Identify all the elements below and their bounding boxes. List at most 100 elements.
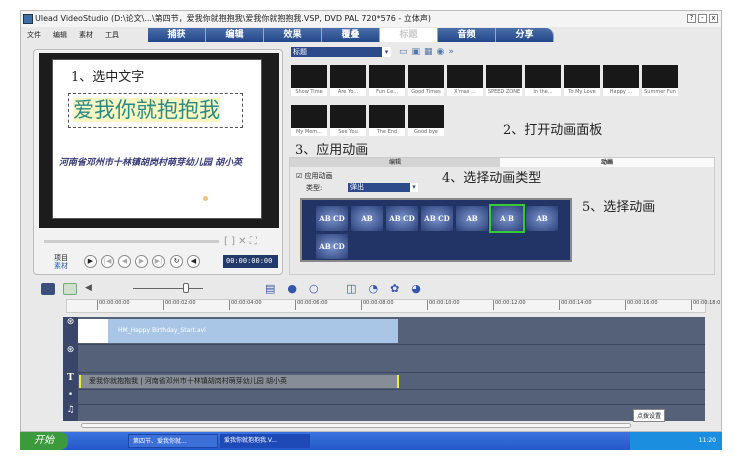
home-button[interactable]: |◀ (101, 255, 114, 268)
apply-animation-checkbox[interactable]: ☑ 应用动画 (296, 171, 333, 181)
animation-gallery: AB CD AB AB CD AB CD AB A B AB AB CD (300, 198, 572, 262)
window-title: Ulead VideoStudio (D:\论文\...\第四节，爱我你就抱抱我… (35, 14, 431, 23)
help-button[interactable]: ? (687, 14, 696, 23)
title-thumbnail[interactable]: See You (330, 105, 366, 136)
thumbnail-image (330, 105, 366, 128)
video-clip[interactable]: HM_Happy Birthday_Start.avi (108, 319, 398, 343)
ruler-tick-label: 00:00:10:00 (427, 300, 460, 310)
title-library: 标题 ▾ ▭▣▦◉» Show Time Are Yo... Fun Ce... Goo… (289, 45, 721, 165)
close-button[interactable]: x (709, 14, 718, 23)
title-clip[interactable]: 爱我你就抱抱我 | 河南省邓州市十林镇胡岗村萌芽幼儿园 胡小英 (79, 375, 399, 388)
animation-preset[interactable]: AB (456, 206, 488, 231)
taskbar-item-word[interactable]: 第四节、爱我你就... (128, 434, 218, 448)
animation-preset[interactable]: AB CD (316, 234, 348, 259)
title-thumbnail[interactable]: To My Love (564, 65, 600, 96)
tab-overlay[interactable]: 覆叠 (322, 28, 380, 42)
title-thumbnail[interactable]: Are Yo... (330, 65, 366, 96)
overlay-track-icon: ⊛ (63, 345, 78, 372)
scrubber-bar[interactable] (44, 240, 219, 243)
video-clip-thumbnail (78, 319, 108, 343)
title-track: T 爱我你就抱抱我 | 河南省邓州市十林镇胡岗村萌芽幼儿园 胡小英 (63, 373, 705, 390)
title-thumbnail[interactable]: Summer Fun (642, 65, 678, 96)
title-thumbnail[interactable]: Good bye (408, 105, 444, 136)
selection-box[interactable]: 爱我你就抱抱我 (68, 93, 243, 128)
tab-edit-options[interactable]: 编辑 (290, 158, 500, 167)
title-thumbnail[interactable]: Good Times (408, 65, 444, 96)
play-button[interactable]: ▶ (84, 255, 97, 268)
next-frame-button[interactable]: ▶ (135, 255, 148, 268)
title-thumbnail[interactable]: The End (369, 105, 405, 136)
end-button[interactable]: ▶| (152, 255, 165, 268)
timeline-scrollbar[interactable] (81, 423, 631, 428)
audio-view-button[interactable]: ◀ (85, 283, 99, 295)
thumbnail-label: The End (369, 128, 405, 136)
subtitle-text[interactable]: 河南省邓州市十林镇胡岗村萌芽幼儿园 胡小英 (59, 155, 242, 168)
thumbnail-label: Show Time (291, 88, 327, 96)
timeline-tracks: ⊛ HM_Happy Birthday_Start.avi ⊛ T 爱我你就抱抱… (63, 317, 705, 421)
title-thumbnail[interactable]: X'mas ... (447, 65, 483, 96)
title-thumbnail[interactable]: Show Time (291, 65, 327, 96)
thumbnail-image (603, 65, 639, 88)
timeline-ruler[interactable]: 00:00:00:00 00:00:02:00 00:00:04:00 00:00:0… (66, 299, 720, 313)
options-panel: 编辑 动画 ☑ 应用动画 类型: 弹出 ▾ 4、选择动画类型 AB CD AB AB … (289, 157, 715, 275)
library-toolbar-icons[interactable]: ▭▣▦◉» (399, 47, 458, 57)
apply-animation-label: 应用动画 (304, 172, 333, 180)
tab-share[interactable]: 分享 (496, 28, 554, 42)
voice-track: • (63, 390, 705, 405)
animation-type-dropdown[interactable]: 弹出 ▾ (348, 183, 418, 192)
timeline-view-button[interactable] (63, 283, 77, 295)
taskbar-item-videostudio[interactable]: 爱我你就抱抱我.V... (220, 434, 310, 448)
ruler-tick-label: 00:00:14:00 (559, 300, 592, 310)
animation-preset[interactable]: AB (351, 206, 383, 231)
start-button[interactable]: 开始 (20, 432, 68, 450)
tab-animation[interactable]: 动画 (500, 158, 714, 167)
app-window: Ulead VideoStudio (D:\论文\...\第四节，爱我你就抱抱我… (20, 10, 722, 432)
tooltip: 点拨设置 (633, 409, 666, 422)
timecode-field[interactable]: 00:00:00:00 (223, 255, 278, 268)
menu-file[interactable]: 文件 (27, 31, 41, 39)
thumbnail-label: Happy ... (603, 88, 639, 96)
animation-preset[interactable]: AB CD (421, 206, 453, 231)
tab-edit[interactable]: 编辑 (206, 28, 264, 42)
repeat-button[interactable]: ↻ (170, 255, 183, 268)
ruler-tick-label: 00:00:00:00 (97, 300, 130, 310)
mode-clip[interactable]: 素材 (54, 261, 68, 271)
zoom-slider[interactable] (133, 288, 203, 289)
animation-preset[interactable]: AB (526, 206, 558, 231)
ruler-tick-label: 00:00:12:00 (493, 300, 526, 310)
animation-preset[interactable]: A B (489, 204, 525, 233)
tab-title[interactable]: 标题 (380, 28, 438, 42)
storyboard-view-button[interactable] (41, 283, 55, 295)
animation-preset[interactable]: AB CD (386, 206, 418, 231)
thumbnail-label: Good Times (408, 88, 444, 96)
trim-buttons[interactable]: [ ] ✕ ⛶ (224, 236, 257, 247)
animation-type-value: 弹出 (350, 183, 364, 191)
ruler-tick-label: 00:00:16:00 (625, 300, 658, 310)
animation-preset[interactable]: AB CD (316, 206, 348, 231)
title-thumbnail[interactable]: My Mem... (291, 105, 327, 136)
main-title-text[interactable]: 爱我你就抱抱我 (73, 98, 220, 122)
thumbnail-image (486, 65, 522, 88)
menu-clip[interactable]: 素材 (79, 31, 93, 39)
tab-audio[interactable]: 音频 (438, 28, 496, 42)
thumbnail-label: SPEED ZONE (486, 88, 522, 96)
timeline-tool-icons[interactable]: ▤●○ ◫◔✿◕ (265, 282, 433, 295)
title-thumbnail[interactable]: Happy ... (603, 65, 639, 96)
title-canvas[interactable]: 1、选中文字 爱我你就抱抱我 河南省邓州市十林镇胡岗村萌芽幼儿园 胡小英 (52, 59, 262, 219)
title-thumbnail[interactable]: Fun Ce... (369, 65, 405, 96)
category-dropdown[interactable]: 标题 ▾ (291, 47, 391, 57)
menu-edit[interactable]: 编辑 (53, 31, 67, 39)
music-track-icon: ♫ (63, 405, 78, 421)
thumbnail-image (291, 65, 327, 88)
zoom-slider-thumb[interactable] (183, 283, 189, 293)
menu-tools[interactable]: 工具 (105, 31, 119, 39)
title-thumbnail[interactable]: SPEED ZONE (486, 65, 522, 96)
volume-button[interactable]: ◀ (187, 255, 200, 268)
tab-capture[interactable]: 捕获 (148, 28, 206, 42)
prev-frame-button[interactable]: ◀ (118, 255, 131, 268)
minimize-button[interactable]: - (698, 14, 707, 23)
thumbnail-label: My Mem... (291, 128, 327, 136)
tab-effect[interactable]: 效果 (264, 28, 322, 42)
system-tray: 11:20 (630, 432, 722, 450)
title-thumbnail[interactable]: In the... (525, 65, 561, 96)
